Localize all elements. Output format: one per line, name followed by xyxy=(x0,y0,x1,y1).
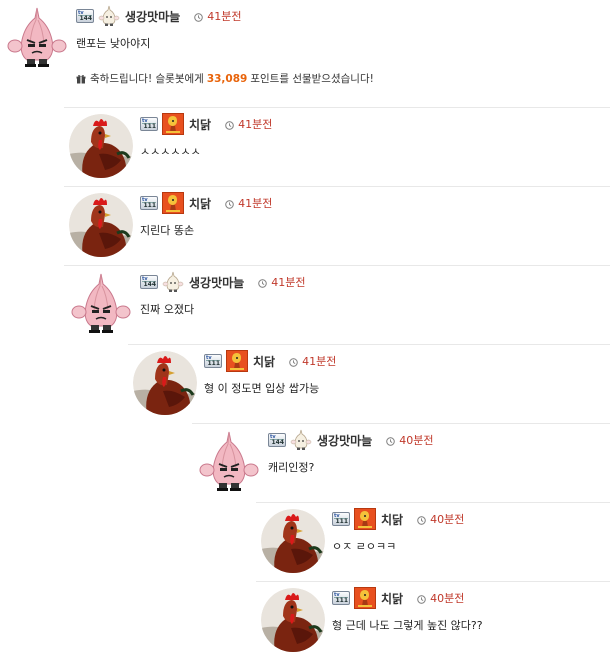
gift-icon xyxy=(76,74,86,84)
nickname[interactable]: 생강맛마늘 xyxy=(317,432,372,449)
comment-header: tv 111 치닭 41분전 xyxy=(140,113,272,135)
timestamp: 40분전 xyxy=(417,511,464,527)
gift-amount: 33,089 xyxy=(206,72,248,85)
rooster-avatar[interactable] xyxy=(261,509,325,573)
timestamp: 41분전 xyxy=(289,353,336,369)
chicken-badge xyxy=(354,587,376,609)
comment-header: tv 111 치닭 40분전 xyxy=(332,508,464,530)
chicken-badge xyxy=(162,192,184,214)
level-icon: tv 111 xyxy=(204,354,222,368)
level-icon: tv 144 xyxy=(76,9,94,23)
comment-text: 캐리인정? xyxy=(268,461,315,474)
gift-notice: 축하드립니다! 슬롯봇에게 33,089 포인트를 선물받으셨습니다! xyxy=(76,71,374,86)
clock-icon xyxy=(417,594,426,604)
timestamp: 41분전 xyxy=(194,8,241,24)
timestamp: 41분전 xyxy=(225,195,272,211)
comment: tv 144 생강맛마늘 41분전 랜포는 낮아야지 축하드립니다! 슬롯봇에게 … xyxy=(0,0,610,107)
comment-header: tv 111 치닭 41분전 xyxy=(204,350,336,372)
comment-header: tv 144 생강맛마늘 41분전 xyxy=(76,5,241,27)
rooster-avatar[interactable] xyxy=(133,351,197,415)
garlic-avatar[interactable] xyxy=(197,430,261,494)
comment-text: 지린다 똥손 xyxy=(140,224,195,237)
timestamp: 40분전 xyxy=(417,590,464,606)
clock-icon xyxy=(258,278,268,288)
timestamp: 40분전 xyxy=(386,432,433,448)
clock-icon xyxy=(386,436,396,446)
timestamp: 41분전 xyxy=(258,274,305,290)
garlic-badge xyxy=(98,5,120,27)
garlic-avatar[interactable] xyxy=(5,6,69,70)
gift-text-suffix: 포인트를 선물받으셨습니다! xyxy=(250,73,374,85)
rooster-avatar[interactable] xyxy=(69,193,133,257)
clock-icon xyxy=(225,199,234,209)
nickname[interactable]: 치닭 xyxy=(189,116,211,133)
gift-text: 축하드립니다! 슬롯봇에게 xyxy=(90,73,204,85)
reply: tv 111 치닭 41분전 지린다 똥손 xyxy=(64,186,610,265)
reply: tv 111 치닭 40분전 형 근데 나도 그렇게 높진 않다?? xyxy=(256,581,610,660)
clock-icon xyxy=(289,357,298,367)
nickname[interactable]: 생강맛마늘 xyxy=(125,8,180,25)
rooster-avatar[interactable] xyxy=(261,588,325,652)
comment-text: 형 근데 나도 그렇게 높진 않다?? xyxy=(332,619,483,632)
reply: tv 111 치닭 41분전 형 이 정도면 입상 쌉가능 xyxy=(128,344,610,423)
nickname[interactable]: 치닭 xyxy=(381,511,403,528)
level-icon: tv 111 xyxy=(140,117,158,131)
garlic-badge xyxy=(290,429,312,451)
nickname[interactable]: 치닭 xyxy=(253,353,275,370)
level-icon: tv 144 xyxy=(140,275,158,289)
comment-header: tv 144 생강맛마늘 40분전 xyxy=(268,429,433,451)
comment-header: tv 111 치닭 40분전 xyxy=(332,587,464,609)
reply: tv 144 생강맛마늘 41분전 진짜 오졌다 xyxy=(64,265,610,344)
clock-icon xyxy=(194,12,204,22)
chicken-badge xyxy=(354,508,376,530)
clock-icon xyxy=(417,515,426,525)
nickname[interactable]: 치닭 xyxy=(189,195,211,212)
comment-thread: tv 144 생강맛마늘 41분전 랜포는 낮아야지 축하드립니다! 슬롯봇에게 … xyxy=(0,0,610,659)
reply: tv 111 치닭 41분전 ㅅㅅㅅㅅㅅㅅ xyxy=(64,107,610,186)
nickname[interactable]: 생강맛마늘 xyxy=(189,274,244,291)
comment-header: tv 144 생강맛마늘 41분전 xyxy=(140,271,305,293)
level-icon: tv 111 xyxy=(332,591,350,605)
nickname[interactable]: 치닭 xyxy=(381,590,403,607)
comment-text: 랜포는 낮아야지 xyxy=(76,37,151,50)
comment-header: tv 111 치닭 41분전 xyxy=(140,192,272,214)
comment-text: 진짜 오졌다 xyxy=(140,303,195,316)
garlic-avatar[interactable] xyxy=(69,272,133,336)
chicken-badge xyxy=(226,350,248,372)
level-icon: tv 144 xyxy=(268,433,286,447)
rooster-avatar[interactable] xyxy=(69,114,133,178)
clock-icon xyxy=(225,120,234,130)
garlic-badge xyxy=(162,271,184,293)
comment-text: ㅇㅈ ㄹㅇㅋㅋ xyxy=(332,540,397,553)
comment-text: 형 이 정도면 입상 쌉가능 xyxy=(204,382,320,395)
chicken-badge xyxy=(162,113,184,135)
level-icon: tv 111 xyxy=(332,512,350,526)
reply: tv 144 생강맛마늘 40분전 캐리인정? xyxy=(192,423,610,502)
comment-text: ㅅㅅㅅㅅㅅㅅ xyxy=(140,145,201,158)
reply: tv 111 치닭 40분전 ㅇㅈ ㄹㅇㅋㅋ xyxy=(256,502,610,581)
level-icon: tv 111 xyxy=(140,196,158,210)
timestamp: 41분전 xyxy=(225,116,272,132)
